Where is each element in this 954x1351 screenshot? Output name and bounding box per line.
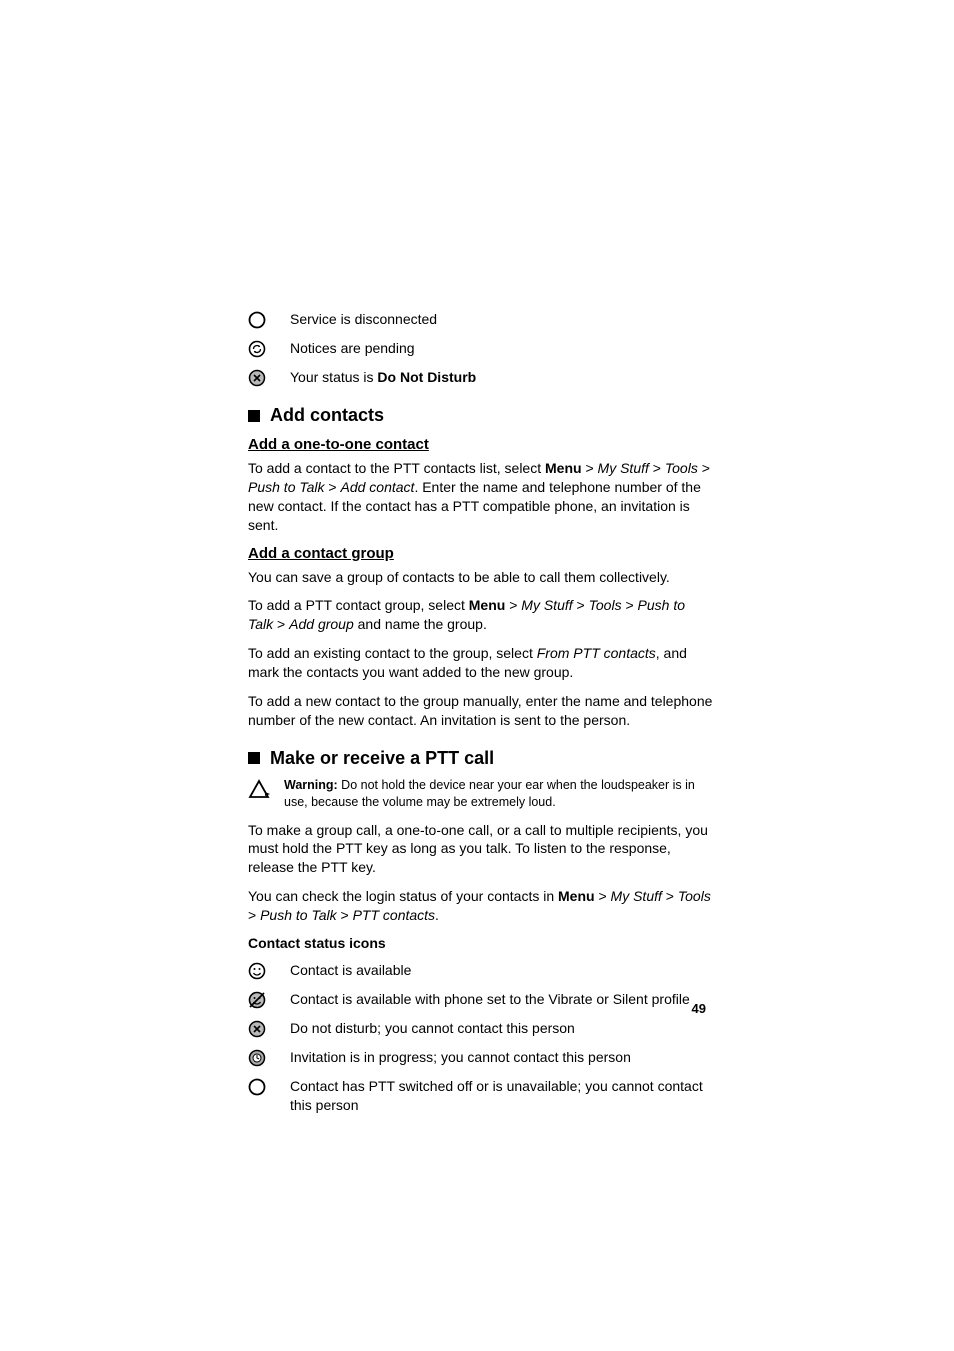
warning-text: Warning: Do not hold the device near you…	[284, 777, 714, 811]
section-heading-add-contacts: Add contacts	[248, 405, 714, 426]
status-label: Do not disturb; you cannot contact this …	[290, 1019, 714, 1038]
document-page: Service is disconnected Notices are pend…	[0, 0, 954, 1351]
paragraph: To make a group call, a one-to-one call,…	[248, 821, 714, 878]
circle-empty-icon	[248, 311, 266, 329]
paragraph: You can check the login status of your c…	[248, 887, 714, 925]
status-label: Contact is available	[290, 961, 714, 980]
section-heading-ptt-call: Make or receive a PTT call	[248, 748, 714, 769]
status-label: Contact is available with phone set to t…	[290, 990, 714, 1009]
subheading-contact-group: Add a contact group	[248, 545, 714, 562]
warning-block: Warning: Do not hold the device near you…	[248, 777, 714, 811]
warning-triangle-icon	[248, 779, 270, 801]
contact-status-row: Contact has PTT switched off or is unava…	[248, 1077, 714, 1115]
contact-status-row: Contact is available	[248, 961, 714, 980]
paragraph: To add a new contact to the group manual…	[248, 692, 714, 730]
circle-refresh-icon	[248, 340, 266, 358]
square-bullet-icon	[248, 410, 260, 422]
circle-x-icon	[248, 1020, 266, 1038]
circle-clock-icon	[248, 1049, 266, 1067]
contact-status-row: Contact is available with phone set to t…	[248, 990, 714, 1009]
status-row-dnd: Your status is Do Not Disturb	[248, 368, 714, 387]
heading-text: Add contacts	[270, 405, 384, 426]
heading-text: Make or receive a PTT call	[270, 748, 494, 769]
paragraph: To add a contact to the PTT contacts lis…	[248, 459, 714, 535]
paragraph: To add an existing contact to the group,…	[248, 644, 714, 682]
status-label: Service is disconnected	[290, 310, 714, 329]
paragraph: You can save a group of contacts to be a…	[248, 568, 714, 587]
circle-x-icon	[248, 369, 266, 387]
subheading-contact-status-icons: Contact status icons	[248, 935, 714, 951]
page-number: 49	[692, 1001, 706, 1016]
paragraph: To add a PTT contact group, select Menu …	[248, 596, 714, 634]
smile-slash-icon	[248, 991, 266, 1009]
contact-status-row: Do not disturb; you cannot contact this …	[248, 1019, 714, 1038]
status-label: Contact has PTT switched off or is unava…	[290, 1077, 714, 1115]
square-bullet-icon	[248, 752, 260, 764]
smile-icon	[248, 962, 266, 980]
status-label: Invitation is in progress; you cannot co…	[290, 1048, 714, 1067]
status-row-notices: Notices are pending	[248, 339, 714, 358]
status-label: Your status is Do Not Disturb	[290, 368, 714, 387]
contact-status-row: Invitation is in progress; you cannot co…	[248, 1048, 714, 1067]
subheading-one-to-one: Add a one-to-one contact	[248, 436, 714, 453]
circle-empty-icon	[248, 1078, 266, 1096]
status-row-disconnected: Service is disconnected	[248, 310, 714, 329]
status-label: Notices are pending	[290, 339, 714, 358]
